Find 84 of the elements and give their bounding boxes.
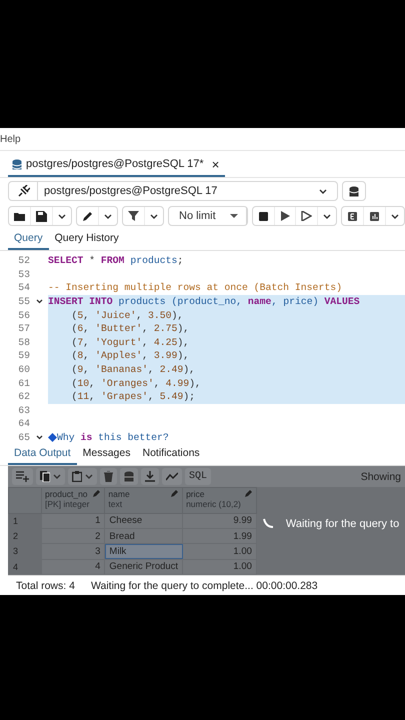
download-button[interactable]: [141, 468, 159, 485]
filter-icon: [128, 211, 139, 221]
line-number: 55: [17, 296, 30, 308]
table-cell: 3: [42, 544, 105, 560]
graph-icon: [166, 472, 178, 481]
tab-title: postgres/postgres@PostgreSQL 17*: [26, 158, 204, 170]
graph-button[interactable]: [162, 468, 182, 485]
line-number: 54: [17, 282, 30, 294]
fold-chevron-icon[interactable]: [36, 435, 42, 440]
limit-select[interactable]: No limit: [169, 207, 247, 225]
loading-message: Waiting for the query to: [286, 518, 400, 530]
pencil-icon[interactable]: [171, 489, 180, 497]
pencil-icon[interactable]: [93, 489, 102, 497]
line-number: 56: [17, 310, 30, 321]
line-number: 61: [17, 378, 30, 389]
copy-icon: [40, 471, 50, 482]
line-number: 62: [17, 391, 30, 402]
chart-icon: [368, 210, 380, 222]
pen-icon: [82, 210, 93, 222]
status-message: Waiting for the query to complete... 00:00:00.283: [90, 580, 319, 592]
add-row-button[interactable]: [12, 468, 33, 485]
menu-item[interactable]: Help: [0, 134, 27, 144]
table-cell: 1.99: [182, 528, 256, 544]
line-number: 63: [17, 404, 30, 416]
code-line: -- Inserting multiple rows at once (Batch Inserts): [48, 281, 343, 295]
line-number: 60: [17, 364, 30, 376]
trash-icon-icon: [104, 471, 113, 482]
diamond-icon: [48, 433, 57, 442]
letter-e-icon: [346, 210, 358, 222]
close-icon[interactable]: ×: [212, 156, 220, 172]
table-cell: 1.00: [182, 544, 256, 560]
folder-icon: [14, 211, 25, 221]
line-number: 52: [17, 255, 30, 266]
paste-button[interactable]: [68, 468, 97, 485]
play-icon: [280, 211, 290, 221]
sql-button[interactable]: SQL: [185, 468, 212, 485]
caret-icon: [230, 214, 238, 218]
table-cell: Bread: [104, 528, 183, 544]
tab[interactable]: Query History: [48, 228, 125, 250]
code-line: SELECT * FROM products;: [48, 254, 184, 268]
stop-icon: [258, 210, 269, 222]
line-number: 58: [17, 336, 30, 348]
download-icon: [145, 471, 155, 482]
table-cell: 1: [42, 513, 105, 528]
line-number: 59: [17, 350, 30, 362]
caret-icon[interactable]: [390, 214, 399, 218]
fold-chevron-icon[interactable]: [36, 299, 42, 304]
caret-icon[interactable]: [150, 214, 158, 218]
caret-icon[interactable]: [58, 214, 66, 218]
spinner-icon: [262, 518, 274, 529]
connection-select[interactable]: postgres/postgres@PostgreSQL 17: [8, 181, 338, 201]
table-cell: 4: [42, 559, 105, 574]
total-rows-text: Total rows: 4: [15, 580, 76, 592]
row-count-text: Showing: [360, 470, 401, 482]
table-cell: Cheese: [104, 513, 183, 528]
explain-icon: [300, 211, 312, 221]
paste-icon: [72, 471, 82, 482]
line-number: 53: [17, 268, 30, 280]
trash-icon-button[interactable]: [100, 468, 117, 485]
code-line: Why is this better?: [48, 430, 405, 444]
caret-icon[interactable]: [319, 188, 327, 194]
pencil-icon[interactable]: [244, 489, 253, 497]
table-cell: 1.00: [182, 559, 256, 574]
table-cell: 9.99: [182, 513, 256, 528]
caret-icon[interactable]: [104, 214, 112, 218]
database-icon: [12, 158, 22, 170]
database-button[interactable]: [342, 181, 366, 201]
tab[interactable]: Query: [8, 228, 49, 250]
line-number: 57: [17, 323, 30, 334]
database-icon: [349, 186, 359, 196]
table-cell: 2: [42, 528, 105, 544]
line-number: 64: [17, 418, 30, 430]
caret-icon[interactable]: [322, 214, 331, 218]
plug-icon: [16, 185, 30, 197]
save-data-button[interactable]: [120, 468, 138, 485]
tab[interactable]: Messages: [76, 443, 136, 465]
save-icon: [36, 210, 47, 222]
editor-tab[interactable]: postgres/postgres@PostgreSQL 17* ×: [8, 153, 226, 177]
add-row-icon: [16, 471, 29, 482]
copy-button[interactable]: [36, 468, 65, 485]
tab[interactable]: Notifications: [136, 443, 206, 465]
line-number: 65: [17, 432, 30, 444]
table-cell: Generic Product: [104, 559, 183, 574]
table-cell: Milk: [104, 544, 183, 560]
